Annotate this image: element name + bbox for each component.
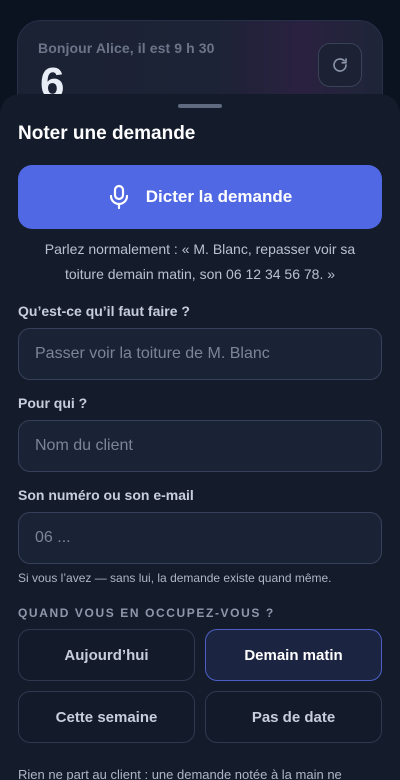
- client-label: Pour qui ?: [18, 395, 88, 411]
- contact-label: Son numéro ou son e-mail: [18, 487, 194, 503]
- when-section-title: QUAND VOUS EN OCCUPEZ-VOUS ?: [18, 606, 275, 620]
- when-option-no-date[interactable]: Pas de date: [205, 691, 382, 743]
- dictate-button[interactable]: Dicter la demande: [18, 165, 382, 229]
- footer-note: Rien ne part au client : une demande not…: [18, 767, 342, 780]
- task-label: Qu’est-ce qu’il faut faire ?: [18, 303, 190, 319]
- dictate-button-label: Dicter la demande: [145, 187, 293, 206]
- client-input[interactable]: [18, 420, 382, 472]
- refresh-icon: [333, 58, 347, 72]
- task-input[interactable]: [18, 328, 382, 380]
- screen: Bonjour Alice, il est 9 h 30 6 Noter une…: [0, 0, 400, 780]
- refresh-button[interactable]: [318, 43, 362, 87]
- dictation-hint: Parlez normalement : « M. Blanc, repasse…: [44, 241, 356, 282]
- sheet-title: Noter une demande: [18, 123, 196, 144]
- new-request-sheet: Noter une demande Dicter la demande Parl…: [0, 94, 400, 780]
- when-option-today[interactable]: Aujourd’hui: [18, 629, 195, 681]
- when-option-this-week[interactable]: Cette semaine: [18, 691, 195, 743]
- contact-input[interactable]: [18, 512, 382, 564]
- greeting-text: Bonjour Alice, il est 9 h 30: [38, 40, 215, 56]
- microphone-icon: [109, 184, 128, 210]
- contact-note: Si vous l’avez — sans lui, la demande ex…: [18, 571, 332, 585]
- when-option-tomorrow-morning[interactable]: Demain matin: [205, 629, 382, 681]
- sheet-drag-handle[interactable]: [178, 104, 222, 108]
